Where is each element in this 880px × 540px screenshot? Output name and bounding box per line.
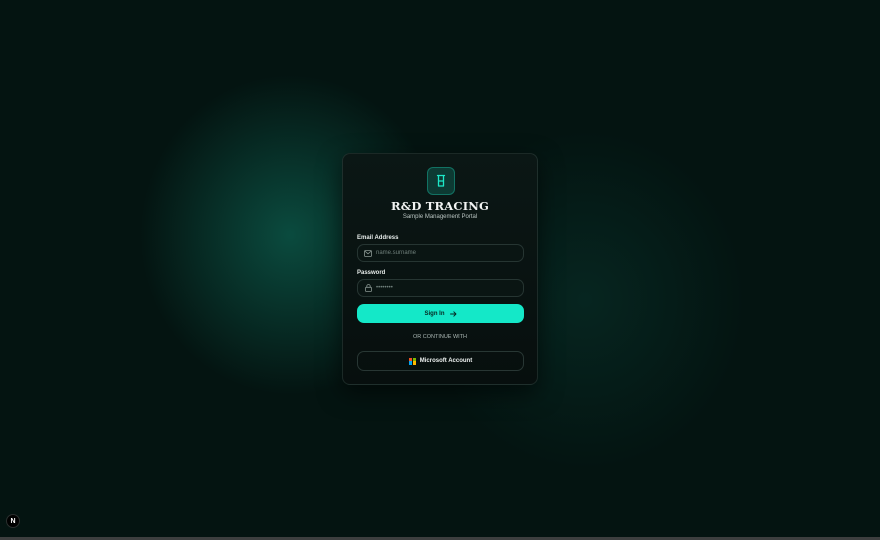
arrow-right-icon	[449, 310, 456, 317]
sign-in-button[interactable]: Sign In	[357, 304, 524, 323]
email-field-wrapper[interactable]	[357, 244, 524, 262]
microsoft-logo-icon	[408, 357, 416, 365]
dev-badge-label: N	[10, 517, 16, 525]
password-input[interactable]	[376, 281, 523, 295]
logo-badge	[427, 167, 455, 195]
lock-icon	[363, 283, 373, 293]
brand-title: R&D TRACING	[390, 199, 490, 213]
microsoft-login-label: Microsoft Account	[419, 358, 473, 364]
microsoft-login-button[interactable]: Microsoft Account	[357, 351, 524, 371]
sign-in-label: Sign In	[424, 310, 445, 317]
mail-icon	[363, 248, 373, 258]
password-label: Password	[357, 270, 386, 276]
login-card: R&D TRACING Sample Management Portal Ema…	[342, 153, 538, 385]
divider-text: OR CONTINUE WITH	[412, 334, 468, 340]
email-label: Email Address	[357, 235, 399, 241]
beaker-icon	[436, 174, 446, 187]
email-input[interactable]	[376, 246, 523, 260]
dev-tools-badge[interactable]: N	[6, 514, 20, 528]
brand-subtitle: Sample Management Portal	[402, 214, 478, 220]
password-field-wrapper[interactable]	[357, 279, 524, 297]
